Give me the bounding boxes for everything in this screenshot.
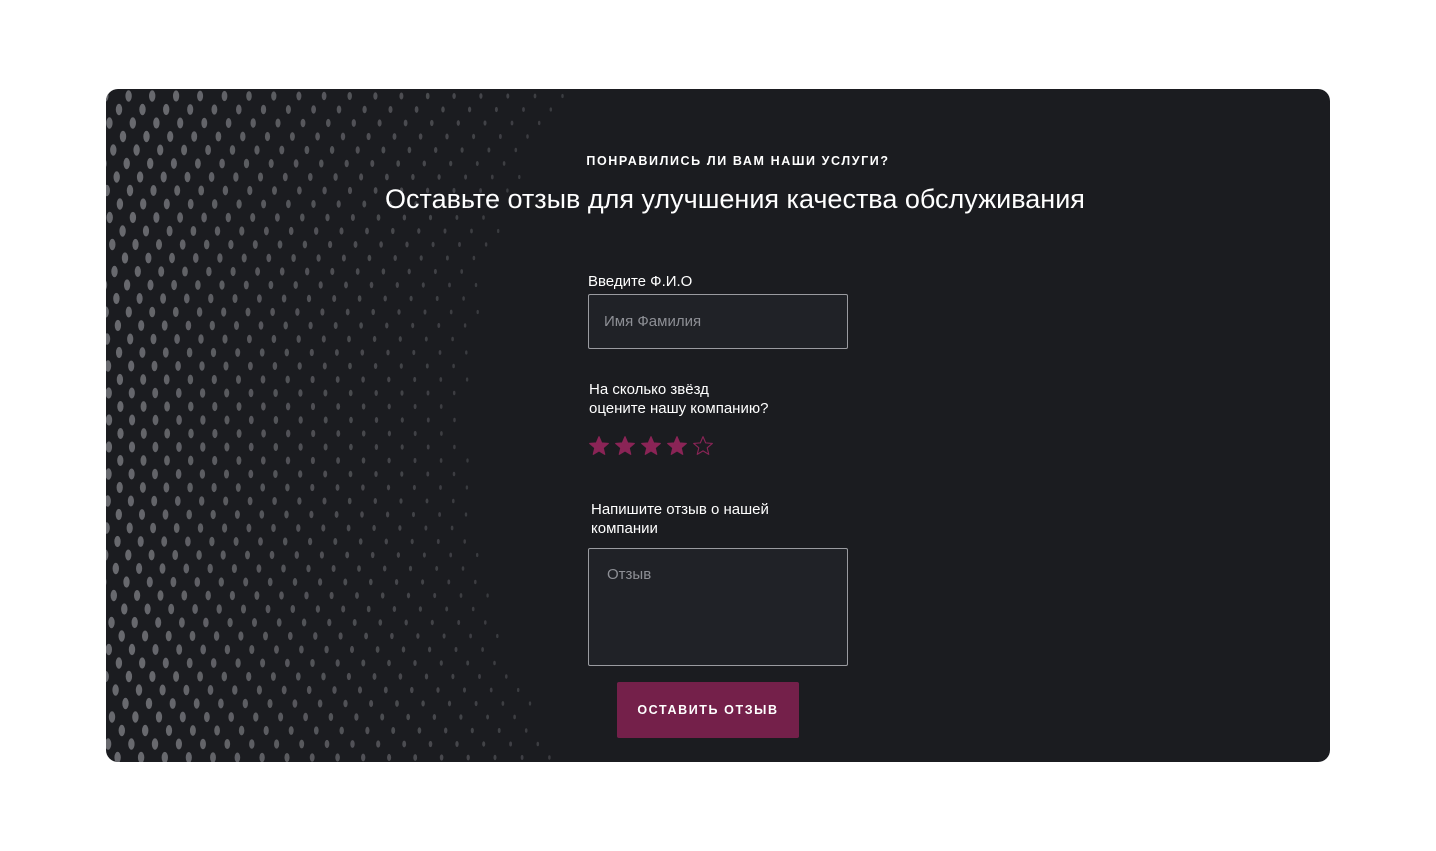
review-label-line-1: Напишите отзыв о нашей (591, 501, 769, 518)
review-label: Напишите отзыв о нашей компании (591, 500, 769, 538)
rating-label-line-1: На сколько звёзд (589, 381, 709, 398)
name-label: Введите Ф.И.О (588, 272, 692, 291)
submit-review-button[interactable]: ОСТАВИТЬ ОТЗЫВ (617, 682, 799, 738)
review-textarea[interactable] (588, 548, 848, 666)
section-eyebrow: ПОНРАВИЛИСЬ ЛИ ВАМ НАШИ УСЛУГИ? (586, 154, 890, 168)
review-label-line-2: компании (591, 520, 658, 537)
rating-label-line-2: оцените нашу компанию? (589, 400, 769, 417)
name-input[interactable] (588, 294, 848, 349)
rating-label: На сколько звёзд оцените нашу компанию? (589, 380, 768, 418)
feedback-card: ПОНРАВИЛИСЬ ЛИ ВАМ НАШИ УСЛУГИ? Оставьте… (106, 89, 1330, 762)
star-filled-icon[interactable] (588, 435, 610, 457)
page-title: Оставьте отзыв для улучшения качества об… (385, 184, 1085, 214)
star-rating[interactable] (588, 435, 714, 457)
star-filled-icon[interactable] (614, 435, 636, 457)
star-filled-icon[interactable] (666, 435, 688, 457)
name-label-text: Введите Ф.И.О (588, 273, 693, 290)
star-empty-icon[interactable] (692, 435, 714, 457)
star-filled-icon[interactable] (640, 435, 662, 457)
